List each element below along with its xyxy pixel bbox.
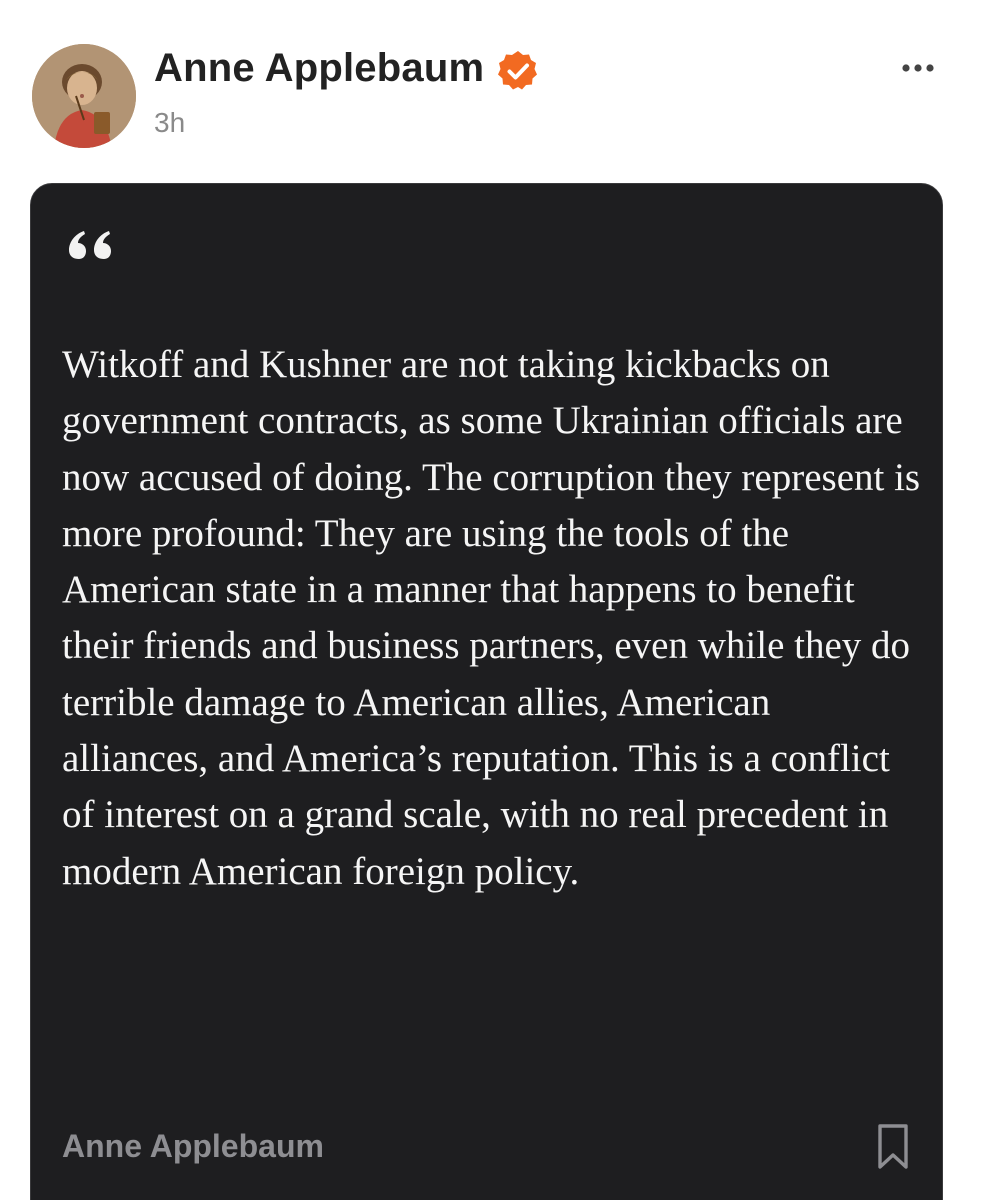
quote-author: Anne Applebaum <box>62 1128 324 1164</box>
author-name[interactable]: Anne Applebaum <box>154 44 484 92</box>
quote-text: Witkoff and Kushner are not taking kickb… <box>62 343 921 893</box>
more-dots-icon <box>902 64 934 72</box>
quote-mark-icon <box>69 231 111 259</box>
post-timestamp: 3h <box>154 107 186 138</box>
post-header: Anne Applebaum 3h <box>0 0 984 180</box>
quote-card[interactable]: Witkoff and Kushner are not taking kickb… <box>30 183 943 1200</box>
author-avatar[interactable] <box>32 44 136 148</box>
portrait-avatar-icon <box>32 44 136 148</box>
bookmark-button[interactable] <box>873 1122 913 1172</box>
verified-check-icon <box>498 51 537 90</box>
more-options-button[interactable] <box>894 50 950 86</box>
bookmark-icon <box>878 1124 908 1169</box>
